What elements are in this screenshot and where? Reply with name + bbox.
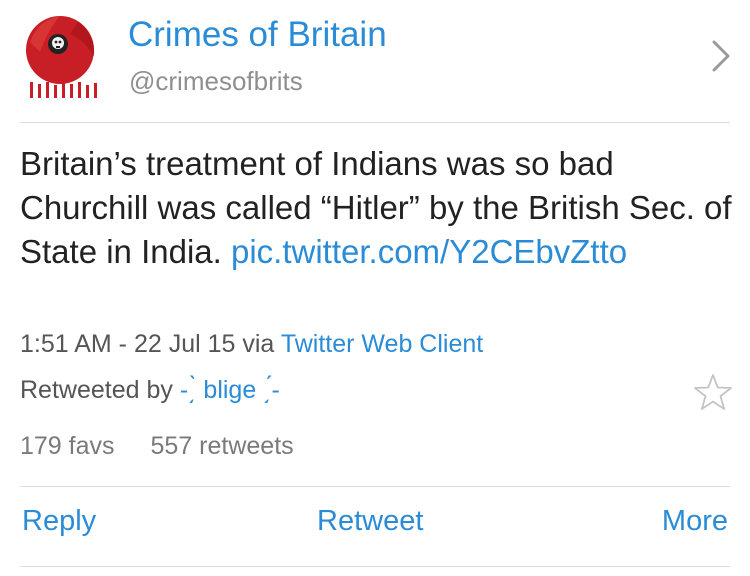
action-bar: Reply Retweet More (20, 505, 730, 545)
avatar[interactable] (18, 12, 108, 102)
star-outline-icon[interactable] (693, 373, 733, 411)
tweet-timestamp: 1:51 AM - 22 Jul 15 (20, 330, 236, 358)
favs-count[interactable]: 179 favs (20, 432, 115, 460)
user-handle[interactable]: @crimesofbrits (129, 66, 303, 97)
more-button[interactable]: More (662, 505, 728, 538)
engagement-counts: 179 favs 557 retweets (20, 432, 294, 461)
retweeter-link[interactable]: -͵̀ blige ͵́- (180, 376, 280, 404)
retweeted-by: Retweeted by -͵̀ blige ͵́- (20, 376, 280, 405)
via-label: via (242, 330, 275, 358)
chevron-right-icon[interactable] (706, 36, 734, 76)
divider (20, 486, 730, 487)
tweet-meta: 1:51 AM - 22 Jul 15 via Twitter Web Clie… (20, 330, 483, 359)
tweet-link[interactable]: pic.twitter.com/Y2CEbvZtto (231, 233, 627, 270)
retweet-button[interactable]: Retweet (317, 505, 423, 538)
retweeted-label: Retweeted by (20, 376, 173, 404)
reply-button[interactable]: Reply (22, 505, 96, 538)
divider (20, 122, 730, 123)
tweet-text: Britain’s treatment of Indians was so ba… (20, 142, 732, 274)
divider (20, 566, 730, 567)
poppy-skull-icon (18, 12, 108, 102)
client-link[interactable]: Twitter Web Client (281, 330, 483, 358)
retweets-count[interactable]: 557 retweets (151, 432, 294, 460)
display-name[interactable]: Crimes of Britain (128, 15, 387, 55)
